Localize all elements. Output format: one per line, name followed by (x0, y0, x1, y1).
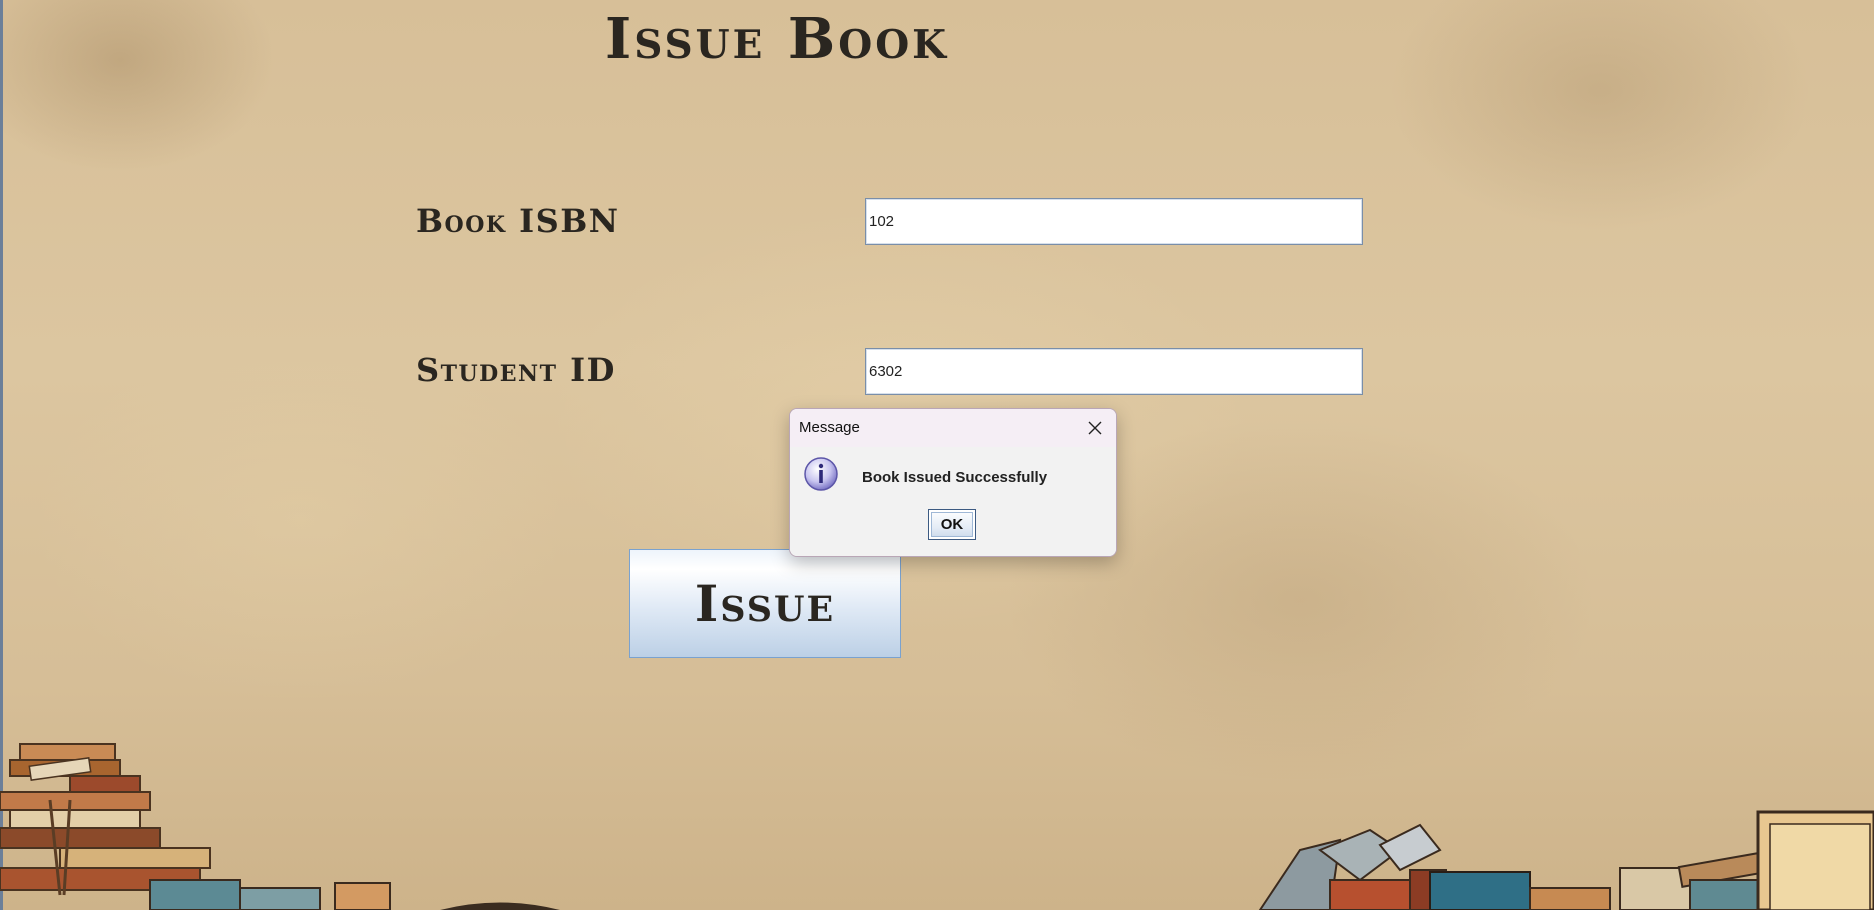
book-isbn-input[interactable]: 102 (865, 198, 1363, 245)
books-illustration (0, 743, 1874, 910)
close-icon[interactable] (1082, 415, 1108, 441)
issue-button[interactable]: Issue (629, 549, 901, 658)
dialog-message: Book Issued Successfully (862, 469, 1048, 486)
page-title: Issue Book (605, 6, 950, 72)
student-id-label: Student ID (416, 351, 616, 389)
message-dialog: Message Book Issued Successfully OK (789, 408, 1117, 557)
dialog-body: Book Issued Successfully OK (790, 447, 1116, 556)
student-id-input[interactable]: 6302 (865, 348, 1363, 395)
right-book-pile (1258, 810, 1874, 910)
dialog-titlebar[interactable]: Message (790, 409, 1116, 447)
book-isbn-label: Book ISBN (416, 202, 620, 240)
left-book-pile (0, 743, 560, 910)
info-icon (804, 457, 838, 491)
ok-button[interactable]: OK (928, 509, 976, 540)
dialog-title: Message (799, 419, 860, 436)
